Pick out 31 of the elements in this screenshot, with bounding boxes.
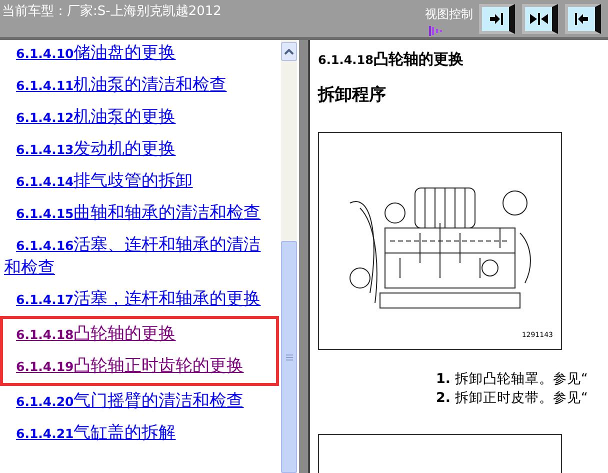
toc-link[interactable]: 6.1.4.21气缸盖的拆解 [4,422,272,445]
section-title: 拆卸程序 [318,84,387,106]
toc-link[interactable]: 6.1.4.17活塞，连杆和轴承的更换 [4,288,272,311]
sound-wave-icon [429,26,445,36]
toc-link[interactable]: 6.1.4.16活塞、连杆和轴承的清洁和检查 [4,234,272,279]
toc-link[interactable]: 6.1.4.12机油泵的更换 [4,106,272,129]
view-control-label: 视图控制 [425,6,473,23]
toc-link[interactable]: 6.1.4.15曲轴和轴承的清洁和检查 [4,202,272,225]
scrollbar[interactable] [281,40,297,473]
toc-link[interactable]: 6.1.4.19凸轮轴正时齿轮的更换 [4,355,272,378]
vehicle-label: 当前车型：厂家:S-上海别克凯越2012 [1,3,222,20]
view-button[interactable] [565,4,601,34]
toc-link[interactable]: 6.1.4.20气门摇臂的清洁和检查 [4,390,272,413]
scroll-up-button[interactable] [281,42,297,61]
arrow-to-bar-icon [488,11,504,27]
toc-link[interactable]: 6.1.4.18凸轮轴的更换 [4,323,272,346]
chevron-up-icon [284,48,294,54]
view-button[interactable] [522,4,558,34]
toc-link[interactable]: 6.1.4.13发动机的更换 [4,138,272,161]
page-heading: 6.1.4.18凸轮轴的更换 [318,50,464,69]
toc-link[interactable]: 6.1.4.10储油盘的更换 [4,42,272,65]
view-button[interactable] [479,4,515,34]
arrow-from-bar-icon [574,11,590,27]
splitter-bar[interactable] [299,40,310,473]
toc-link[interactable]: 6.1.4.11机油泵的清洁和检查 [4,74,272,97]
grip-icon [286,354,292,360]
toc-link[interactable]: 6.1.4.14排气歧管的拆卸 [4,170,272,193]
procedure-step: 2. 拆卸正时皮带。参见“ [436,389,608,408]
procedure-step: 1. 拆卸凸轮轴罩。参见“ [436,370,608,389]
scroll-thumb[interactable] [281,241,297,473]
arrows-to-center-icon [528,11,548,27]
